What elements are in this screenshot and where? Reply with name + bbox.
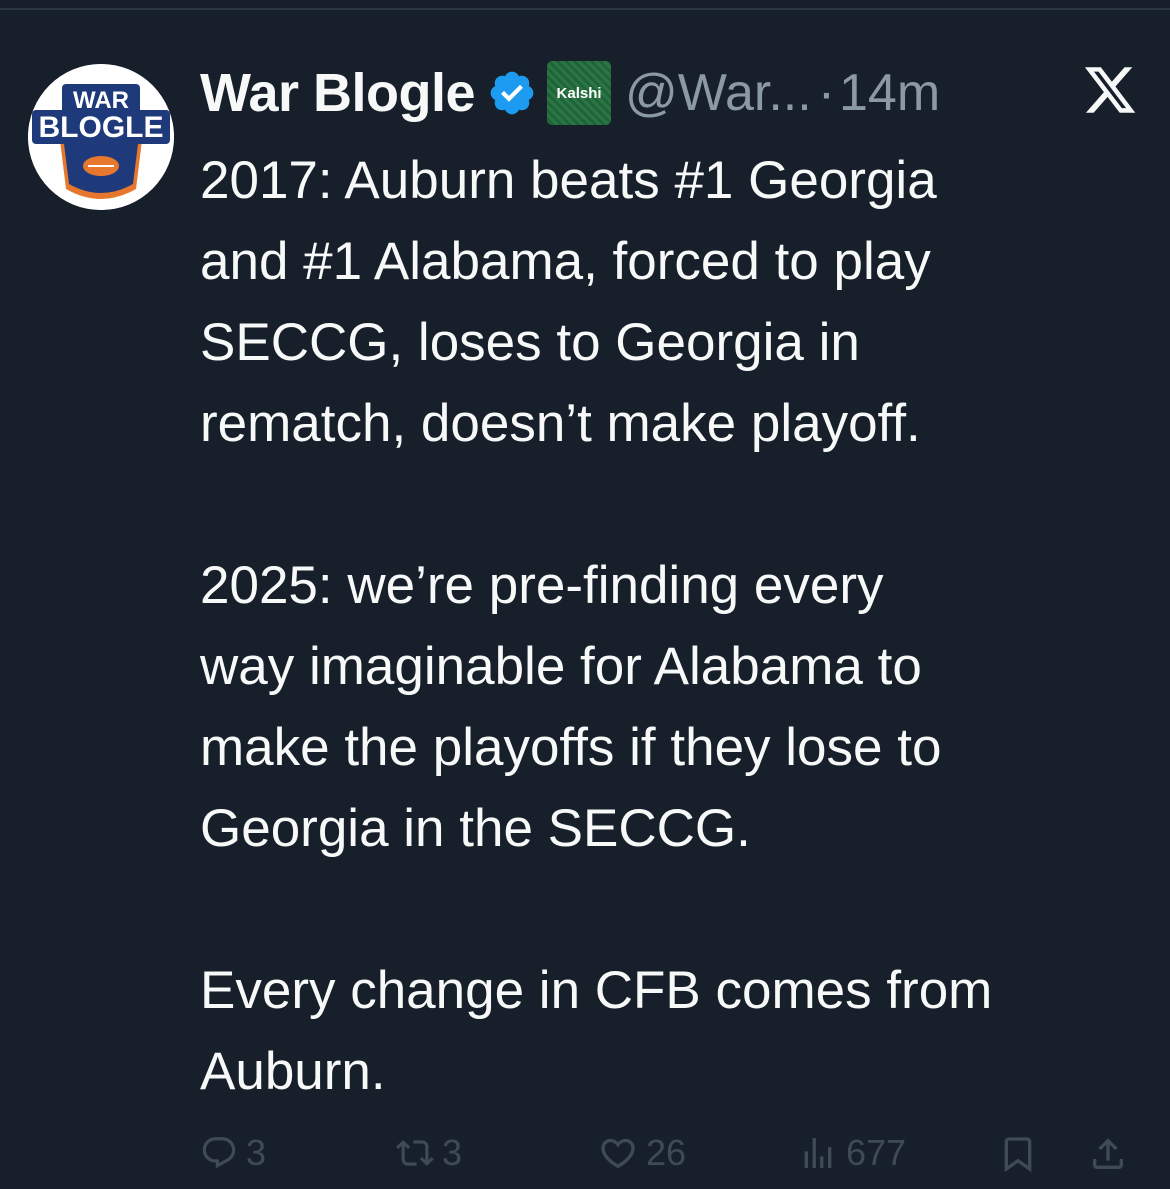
affiliate-badge-label: Kalshi	[556, 84, 602, 102]
verified-badge-icon[interactable]	[487, 68, 537, 118]
share-button[interactable]	[1088, 1132, 1128, 1176]
repost-icon	[396, 1140, 434, 1166]
affiliate-badge[interactable]: Kalshi	[547, 61, 612, 125]
bookmark-icon	[1004, 1137, 1032, 1173]
reply-button[interactable]: 3	[200, 1132, 266, 1174]
svg-text:WAR: WAR	[73, 87, 129, 114]
bookmark-button[interactable]	[998, 1132, 1038, 1176]
repost-button[interactable]: 3	[396, 1132, 462, 1174]
display-name[interactable]: War Blogle	[200, 62, 476, 124]
reply-count: 3	[246, 1132, 267, 1173]
share-icon	[1093, 1138, 1123, 1169]
views-button[interactable]: 677	[798, 1132, 906, 1174]
svg-text:BLOGLE: BLOGLE	[39, 111, 164, 144]
like-count: 26	[646, 1132, 687, 1173]
war-blogle-logo-icon: WAR BLOGLE	[28, 64, 174, 210]
post-header: War Blogle Kalshi @War... · 14m	[200, 58, 940, 128]
x-logo-icon	[1080, 62, 1140, 118]
post: WAR BLOGLE War Blogle Kalshi @War... · 1…	[0, 0, 1170, 1189]
like-button[interactable]: 26	[598, 1132, 686, 1174]
post-timestamp[interactable]: 14m	[839, 63, 940, 123]
views-chart-icon	[804, 1138, 832, 1168]
avatar[interactable]: WAR BLOGLE	[28, 64, 174, 210]
separator-dot: ·	[817, 64, 836, 122]
action-bar: 3 3 26 677	[200, 1132, 1140, 1188]
heart-icon	[601, 1138, 635, 1169]
user-handle[interactable]: @War...	[625, 63, 812, 123]
reply-icon	[202, 1137, 236, 1169]
post-text: 2017: Auburn beats #1 Georgia and #1 Ala…	[200, 151, 993, 1101]
repost-count: 3	[442, 1132, 463, 1173]
view-count: 677	[846, 1132, 907, 1173]
